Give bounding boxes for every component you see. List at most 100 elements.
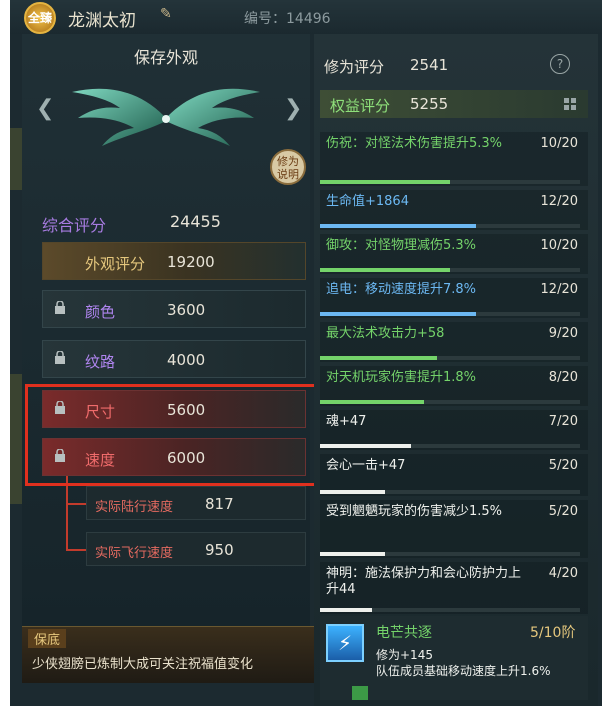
attribute-progress-fill	[320, 312, 476, 316]
attribute-progress-bar	[320, 268, 580, 272]
help-icon[interactable]: ?	[550, 54, 570, 74]
flight-speed-value: 950	[205, 541, 234, 559]
attribute-count: 10/20	[540, 136, 578, 151]
rights-score-bar: 权益评分 5255	[320, 90, 588, 118]
flight-speed-label: 实际飞行速度	[95, 546, 174, 561]
upgrade-icon	[352, 686, 368, 700]
total-score-label: 综合评分	[42, 216, 107, 235]
skill-level: 5/10阶	[530, 625, 576, 641]
save-appearance-title[interactable]: 保存外观	[22, 44, 310, 68]
guarantee-tip: 保底 少侠翅膀已炼制大成可关注祝福值变化	[22, 626, 314, 683]
side-tab-top[interactable]	[10, 128, 22, 190]
attribute-row: 魂+47 7/20	[320, 410, 588, 450]
skill-name: 电芒共逐	[376, 625, 432, 641]
appearance-score-label: 外观评分	[85, 255, 146, 273]
attribute-progress-bar	[320, 224, 580, 228]
attribute-count: 9/20	[548, 326, 578, 341]
rights-score-label: 权益评分	[330, 97, 391, 115]
attribute-text: 伤祝：对怪法术伤害提升5.3%	[326, 136, 503, 151]
skill-card[interactable]: ⚡ 电芒共逐 5/10阶 修为+145 队伍成员基础移动速度上升1.6%	[320, 616, 588, 700]
attribute-text: 神明：施法保护力和会心防护力上升44	[326, 566, 522, 597]
flight-speed-row: 实际飞行速度 950	[86, 532, 306, 566]
cultivation-score-label: 修为评分	[324, 58, 385, 76]
skill-effect-team-speed: 队伍成员基础移动速度上升1.6%	[376, 664, 551, 678]
attribute-progress-fill	[320, 490, 385, 494]
attribute-progress-fill	[320, 400, 424, 404]
attribute-progress-fill	[320, 224, 476, 228]
ground-speed-value: 817	[205, 495, 234, 513]
attribute-count: 7/20	[548, 414, 578, 429]
pattern-row[interactable]: 纹路 4000	[42, 340, 306, 378]
edit-pen-icon[interactable]: ✎	[160, 6, 172, 22]
attribute-row: 伤祝：对怪法术伤害提升5.3% 10/20	[320, 132, 588, 186]
rank-badge: 全臻	[24, 2, 56, 34]
wing-preview-image	[72, 88, 260, 146]
attribute-text: 生命值+1864	[326, 194, 409, 209]
guarantee-tag: 保底	[28, 629, 67, 648]
side-tab-bottom[interactable]	[10, 374, 22, 504]
appearance-score-row: 外观评分 19200	[42, 242, 306, 280]
attribute-text: 最大法术攻击力+58	[326, 326, 445, 341]
attribute-panel: 修为评分 2541 ? 权益评分 5255 伤祝：对怪法术伤害提升5.3% 10/…	[314, 34, 598, 706]
attribute-text: 会心一击+47	[326, 458, 406, 473]
attribute-row: 御攻：对怪物理减伤5.3% 10/20	[320, 234, 588, 274]
attribute-row: 生命值+1864 12/20	[320, 190, 588, 230]
attribute-row: 会心一击+47 5/20	[320, 454, 588, 496]
attribute-progress-bar	[320, 400, 580, 404]
color-value: 3600	[167, 301, 206, 319]
character-header: 全臻 龙渊太初 ✎ 编号：14496	[10, 0, 602, 34]
attribute-progress-fill	[320, 356, 437, 360]
ground-speed-row: 实际陆行速度 817	[86, 486, 306, 520]
pattern-value: 4000	[167, 351, 206, 369]
attribute-progress-bar	[320, 312, 580, 316]
attribute-count: 8/20	[548, 370, 578, 385]
attribute-count: 10/20	[540, 238, 578, 253]
appearance-panel: 保存外观 ❮ ❯ 修为说明 综合评分 24455 外观评分 19200 颜色 3…	[22, 34, 310, 634]
attribute-text: 对天机玩家伤害提升1.8%	[326, 370, 477, 385]
character-id: 编号：14496	[244, 11, 331, 27]
attribute-row: 最大法术攻击力+58 9/20	[320, 322, 588, 362]
attribute-progress-fill	[320, 268, 450, 272]
attribute-progress-fill	[320, 552, 385, 556]
attribute-count: 12/20	[540, 282, 578, 297]
cultivation-info-button[interactable]: 修为说明	[270, 149, 306, 185]
tree-connector	[66, 503, 86, 505]
attribute-text: 追电：移动速度提升7.8%	[326, 282, 477, 297]
attribute-progress-bar	[320, 356, 580, 360]
next-arrow-icon[interactable]: ❯	[284, 96, 302, 121]
pattern-label: 纹路	[85, 353, 116, 371]
attribute-count: 5/20	[548, 458, 578, 473]
guarantee-text: 少侠翅膀已炼制大成可关注祝福值变化	[32, 657, 254, 672]
attribute-text: 魂+47	[326, 414, 367, 429]
lock-icon	[55, 351, 65, 364]
attribute-text: 受到魍魉玩家的伤害减少1.5%	[326, 504, 503, 519]
attribute-row: 神明：施法保护力和会心防护力上升44 4/20	[320, 562, 588, 614]
tree-connector	[66, 549, 86, 551]
attribute-progress-bar	[320, 608, 580, 612]
attribute-count: 5/20	[548, 504, 578, 519]
attribute-text: 御攻：对怪物理减伤5.3%	[326, 238, 477, 253]
attribute-row: 追电：移动速度提升7.8% 12/20	[320, 278, 588, 318]
attribute-progress-bar	[320, 444, 580, 448]
attribute-row: 对天机玩家伤害提升1.8% 8/20	[320, 366, 588, 406]
color-row[interactable]: 颜色 3600	[42, 290, 306, 328]
attribute-progress-fill	[320, 608, 372, 612]
attribute-progress-bar	[320, 552, 580, 556]
grid-icon[interactable]	[564, 98, 576, 110]
attribute-count: 12/20	[540, 194, 578, 209]
lightning-skill-icon: ⚡	[326, 624, 364, 662]
skill-effect-cultivation: 修为+145	[376, 648, 433, 662]
color-label: 颜色	[85, 303, 116, 321]
appearance-score-value: 19200	[167, 253, 215, 271]
ground-speed-label: 实际陆行速度	[95, 500, 174, 515]
attribute-progress-bar	[320, 490, 580, 494]
highlight-box	[25, 384, 351, 486]
prev-arrow-icon[interactable]: ❮	[36, 96, 54, 121]
total-score-value: 24455	[170, 212, 221, 231]
attribute-count: 4/20	[548, 566, 578, 581]
tree-connector	[66, 476, 68, 550]
cultivation-score-value: 2541	[410, 56, 449, 74]
attribute-progress-fill	[320, 180, 450, 184]
attribute-progress-fill	[320, 444, 411, 448]
rights-score-value: 5255	[410, 95, 449, 113]
